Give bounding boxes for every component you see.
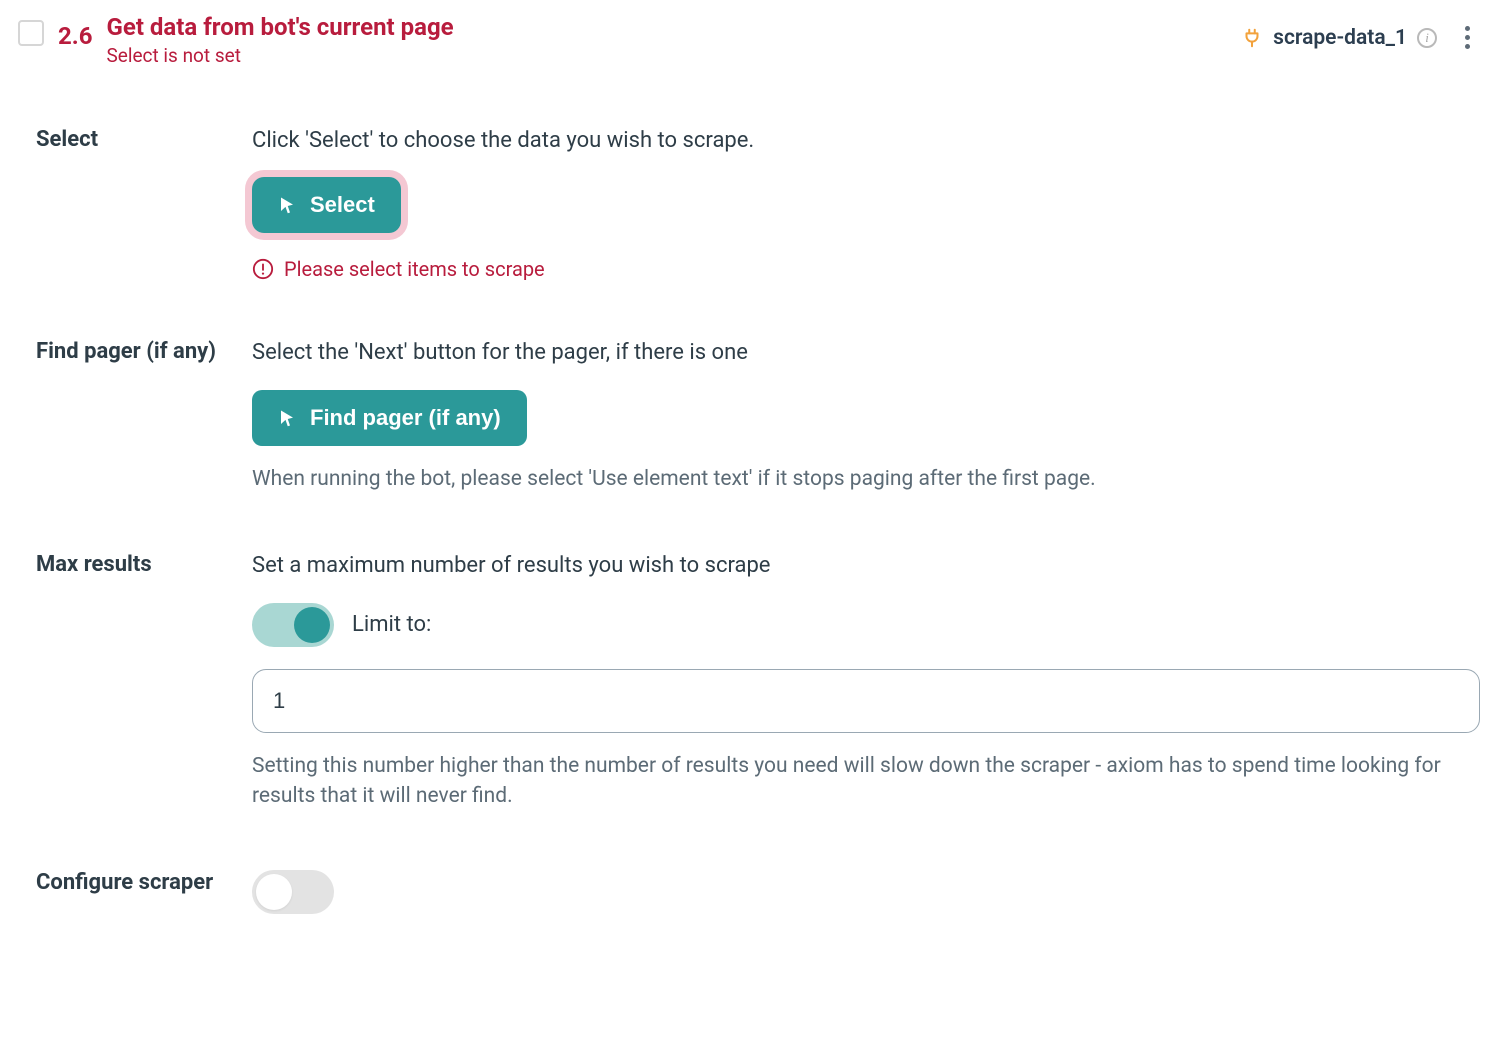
field-max-results: Max results Set a maximum number of resu… bbox=[36, 552, 1480, 811]
find-pager-button[interactable]: Find pager (if any) bbox=[252, 390, 527, 446]
step-title: Get data from bot's current page bbox=[107, 14, 454, 42]
field-label-select: Select bbox=[36, 127, 252, 153]
stage-name: scrape-data_1 bbox=[1273, 26, 1407, 50]
alert-icon bbox=[252, 258, 274, 280]
max-results-hint: Setting this number higher than the numb… bbox=[252, 751, 1480, 812]
max-results-input[interactable] bbox=[252, 669, 1480, 733]
field-label-configure-scraper: Configure scraper bbox=[36, 870, 252, 896]
field-label-pager: Find pager (if any) bbox=[36, 339, 252, 365]
select-button[interactable]: Select bbox=[252, 177, 401, 233]
configure-scraper-toggle[interactable] bbox=[252, 870, 334, 914]
select-error: Please select items to scrape bbox=[252, 257, 1480, 281]
field-configure-scraper: Configure scraper bbox=[36, 870, 1480, 914]
limit-toggle-label: Limit to: bbox=[352, 612, 431, 637]
plug-icon bbox=[1241, 27, 1263, 49]
cursor-icon bbox=[278, 194, 296, 216]
pager-description: Select the 'Next' button for the pager, … bbox=[252, 339, 1480, 368]
limit-toggle[interactable] bbox=[252, 603, 334, 647]
field-pager: Find pager (if any) Select the 'Next' bu… bbox=[36, 339, 1480, 494]
step-header: 2.6 Get data from bot's current page Sel… bbox=[18, 14, 1480, 67]
max-results-description: Set a maximum number of results you wish… bbox=[252, 552, 1480, 581]
select-description: Click 'Select' to choose the data you wi… bbox=[252, 127, 1480, 156]
select-error-text: Please select items to scrape bbox=[284, 257, 545, 281]
step-checkbox[interactable] bbox=[18, 20, 44, 46]
step-title-block: Get data from bot's current page Select … bbox=[107, 14, 454, 67]
find-pager-button-label: Find pager (if any) bbox=[310, 405, 501, 431]
cursor-icon bbox=[278, 407, 296, 429]
pager-hint: When running the bot, please select 'Use… bbox=[252, 464, 1480, 494]
field-select: Select Click 'Select' to choose the data… bbox=[36, 127, 1480, 282]
field-label-max-results: Max results bbox=[36, 552, 252, 578]
select-button-label: Select bbox=[310, 192, 375, 218]
step-subtitle-error: Select is not set bbox=[107, 44, 454, 67]
step-header-right: scrape-data_1 i bbox=[1241, 22, 1480, 53]
info-icon[interactable]: i bbox=[1417, 28, 1437, 48]
kebab-menu[interactable] bbox=[1455, 22, 1480, 53]
step-number: 2.6 bbox=[58, 22, 93, 50]
